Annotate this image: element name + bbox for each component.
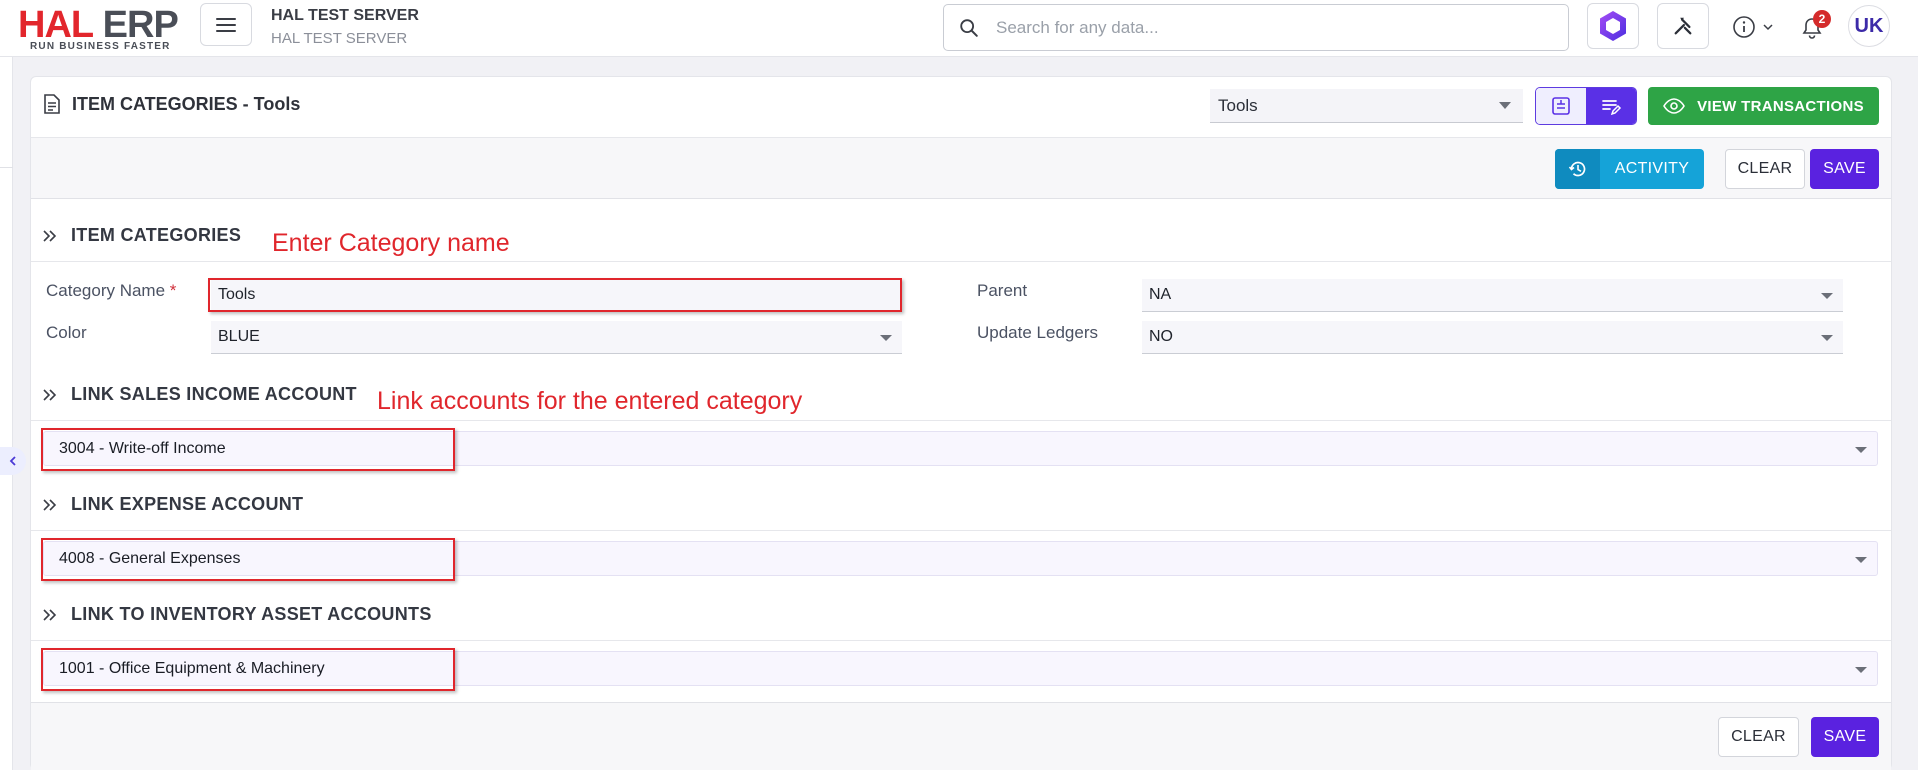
notification-badge: 2 xyxy=(1813,10,1831,28)
edit-list-button[interactable] xyxy=(1586,88,1636,124)
annotation-accounts-hint: Link accounts for the entered category xyxy=(377,387,803,415)
view-mode-toggle xyxy=(1535,87,1637,125)
caret-down-icon xyxy=(1855,557,1867,563)
caret-down-icon xyxy=(1821,335,1833,341)
section-divider xyxy=(31,420,1891,421)
double-chevron-right-icon xyxy=(43,498,57,511)
save-button-top[interactable]: SAVE xyxy=(1810,149,1879,189)
record-selector-value: Tools xyxy=(1218,95,1258,115)
hamburger-menu-icon xyxy=(216,17,236,32)
info-menu-button[interactable] xyxy=(1726,10,1780,44)
inventory-asset-account-value: 1001 - Office Equipment & Machinery xyxy=(59,659,325,677)
record-selector[interactable]: Tools xyxy=(1210,89,1523,123)
category-name-field[interactable]: Tools xyxy=(211,279,902,312)
sidebar-toggle-button[interactable] xyxy=(0,447,26,475)
logo-wordmark: HAL ERP xyxy=(18,4,179,46)
server-title: HAL TEST SERVER xyxy=(271,7,419,24)
double-chevron-right-icon xyxy=(43,608,57,621)
section-divider xyxy=(31,640,1891,641)
annotation-category-hint: Enter Category name xyxy=(272,229,510,257)
global-search[interactable] xyxy=(943,4,1569,51)
parent-select[interactable]: NA xyxy=(1142,279,1843,312)
expense-account-select[interactable]: 4008 - General Expenses xyxy=(43,541,1878,576)
form-footer: CLEAR SAVE xyxy=(31,702,1891,770)
logo-tagline: RUN BUSINESS FASTER xyxy=(30,41,171,52)
parent-value: NA xyxy=(1149,286,1172,303)
form-toolbar: ACTIVITY CLEAR SAVE xyxy=(31,137,1891,199)
edit-list-icon xyxy=(1602,100,1622,116)
item-category-form-card: ITEM CATEGORIES - Tools Tools VIEW TRANS… xyxy=(30,76,1892,770)
required-marker: * xyxy=(169,281,177,300)
main-menu-button[interactable] xyxy=(200,3,252,46)
inventory-asset-account-select[interactable]: 1001 - Office Equipment & Machinery xyxy=(43,651,1878,686)
activity-icon-wrap xyxy=(1555,149,1600,189)
save-button-bottom[interactable]: SAVE xyxy=(1811,717,1879,757)
new-record-button[interactable] xyxy=(1536,88,1586,124)
update-ledgers-select[interactable]: NO xyxy=(1142,321,1843,354)
page-title-wrap: ITEM CATEGORIES - Tools xyxy=(41,93,300,115)
section-title-item-categories: ITEM CATEGORIES xyxy=(71,225,242,245)
top-bar: HAL ERP RUN BUSINESS FASTER HAL TEST SER… xyxy=(0,0,1918,57)
caret-down-icon xyxy=(880,335,892,341)
add-note-icon xyxy=(1552,97,1570,115)
caret-down-icon xyxy=(1855,667,1867,673)
sales-income-account-value: 3004 - Write-off Income xyxy=(59,439,226,457)
section-title-expense: LINK EXPENSE ACCOUNT xyxy=(71,494,304,514)
category-name-label: Category Name * xyxy=(46,281,176,301)
info-icon xyxy=(1733,16,1755,38)
eye-icon xyxy=(1663,98,1686,114)
tools-button[interactable] xyxy=(1657,3,1709,49)
section-sales-income: LINK SALES INCOME ACCOUNT xyxy=(41,384,357,405)
left-rail xyxy=(0,57,13,770)
card-header: ITEM CATEGORIES - Tools Tools VIEW TRANS… xyxy=(31,77,1891,137)
tools-icon xyxy=(1674,17,1692,35)
hexagon-app-icon xyxy=(1600,11,1626,41)
page-title: ITEM CATEGORIES - Tools xyxy=(72,93,301,114)
expense-account-value: 4008 - General Expenses xyxy=(59,549,241,567)
color-label: Color xyxy=(46,323,87,342)
activity-button[interactable]: ACTIVITY xyxy=(1555,149,1704,189)
update-ledgers-value: NO xyxy=(1149,328,1173,345)
section-expense: LINK EXPENSE ACCOUNT xyxy=(41,494,303,515)
user-avatar[interactable]: UK xyxy=(1848,5,1890,47)
apps-button[interactable] xyxy=(1587,3,1639,49)
section-divider xyxy=(31,261,1891,262)
search-icon xyxy=(960,18,978,37)
section-divider xyxy=(31,530,1891,531)
category-name-value: Tools xyxy=(218,286,256,303)
history-icon xyxy=(1568,161,1585,177)
double-chevron-right-icon xyxy=(43,388,57,401)
clear-button-bottom[interactable]: CLEAR xyxy=(1718,717,1799,757)
view-transactions-button[interactable]: VIEW TRANSACTIONS xyxy=(1648,87,1879,125)
double-chevron-right-icon xyxy=(43,229,57,242)
view-transactions-label: VIEW TRANSACTIONS xyxy=(1697,97,1864,115)
parent-label: Parent xyxy=(977,281,1028,300)
chevron-down-icon xyxy=(1763,24,1773,31)
chevron-left-icon xyxy=(9,456,16,466)
category-name-label-text: Category Name xyxy=(46,281,166,300)
clear-button-top[interactable]: CLEAR xyxy=(1725,149,1805,189)
section-inventory-asset: LINK TO INVENTORY ASSET ACCOUNTS xyxy=(41,604,432,625)
section-title-inventory-asset: LINK TO INVENTORY ASSET ACCOUNTS xyxy=(71,604,432,624)
update-ledgers-label: Update Ledgers xyxy=(977,323,1098,342)
rail-divider xyxy=(0,167,13,168)
caret-down-icon xyxy=(1499,102,1511,109)
activity-label: ACTIVITY xyxy=(1614,160,1690,177)
color-value: BLUE xyxy=(218,328,260,345)
app-logo[interactable]: HAL ERP RUN BUSINESS FASTER xyxy=(18,4,183,52)
search-input[interactable] xyxy=(996,17,1556,38)
caret-down-icon xyxy=(1821,293,1833,299)
caret-down-icon xyxy=(1855,447,1867,453)
server-subtitle: HAL TEST SERVER xyxy=(271,30,408,47)
server-info: HAL TEST SERVER HAL TEST SERVER xyxy=(271,7,419,47)
section-title-sales-income: LINK SALES INCOME ACCOUNT xyxy=(71,384,357,404)
section-item-categories: ITEM CATEGORIES xyxy=(41,225,241,246)
color-select[interactable]: BLUE xyxy=(211,321,902,354)
document-icon xyxy=(44,94,60,114)
sales-income-account-select[interactable]: 3004 - Write-off Income xyxy=(43,431,1878,466)
